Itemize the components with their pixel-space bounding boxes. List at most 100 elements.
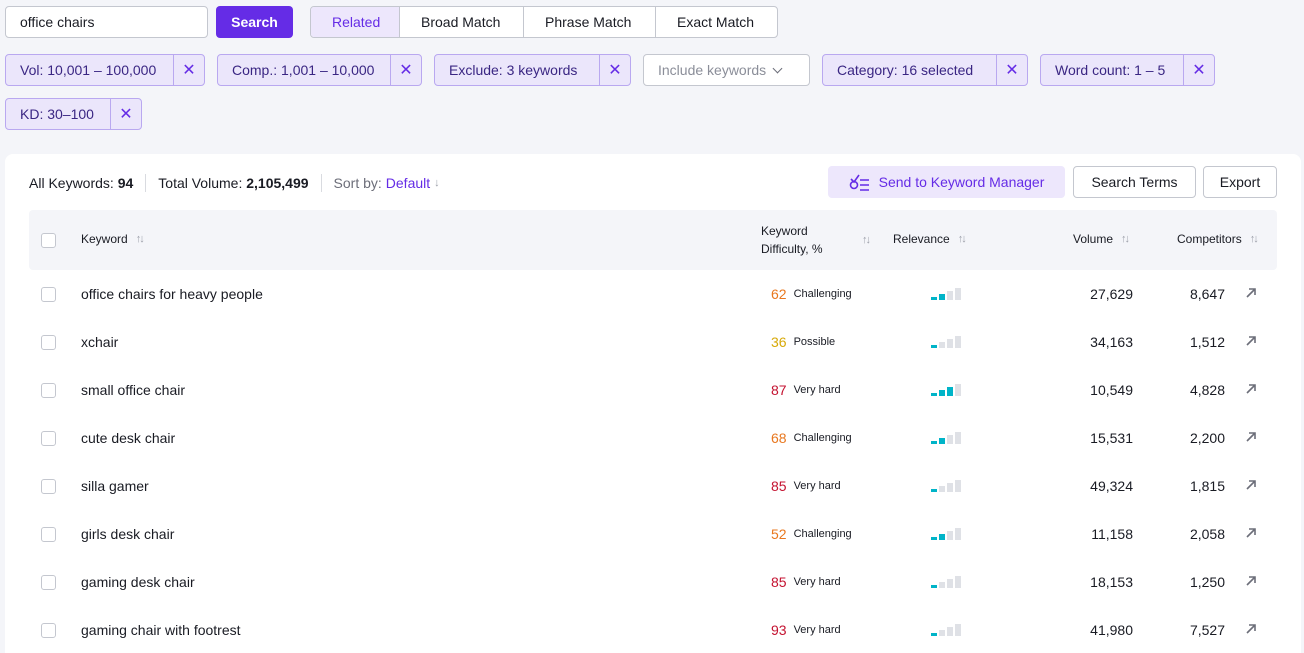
sort-arrow-icon: ↓ [434,177,440,189]
remove-filter-icon[interactable]: ✕ [173,55,204,85]
include-keywords-label: Include keywords [658,62,767,78]
external-link-icon[interactable] [1243,573,1259,589]
kd-label: Challenging [793,528,852,540]
table-row[interactable]: gaming chair with footrest 93 Very hard … [29,606,1277,653]
tab-phrase-match[interactable]: Phrase Match [524,7,656,37]
kd-label: Very hard [793,480,841,492]
search-button[interactable]: Search [216,6,293,38]
keyword-link[interactable]: office chairs for heavy people [81,270,263,318]
row-checkbox[interactable] [41,527,56,542]
keyword-link[interactable]: xchair [81,318,118,366]
column-relevance[interactable]: Relevance ↑↓ [893,232,967,246]
relevance-indicator [931,384,961,396]
remove-filter-icon[interactable]: ✕ [390,55,421,85]
filter-chip-competition[interactable]: Comp.: 1,001 – 10,000 ✕ [217,54,422,86]
row-checkbox[interactable] [41,575,56,590]
relevance-indicator [931,624,961,636]
table-row[interactable]: silla gamer 85 Very hard 49,324 1,815 [29,462,1277,510]
table-row[interactable]: girls desk chair 52 Challenging 11,158 2… [29,510,1277,558]
table-row[interactable]: xchair 36 Possible 34,163 1,512 [29,318,1277,366]
remove-filter-icon[interactable]: ✕ [599,55,630,85]
relevance-bar [931,585,937,588]
search-input[interactable] [5,6,208,38]
column-volume[interactable]: Volume ↑↓ [1073,232,1130,246]
competitors-value: 1,815 [1189,478,1225,494]
send-to-keyword-manager-button[interactable]: Send to Keyword Manager [828,166,1065,198]
table-row[interactable]: office chairs for heavy people 62 Challe… [29,270,1277,318]
column-competitors[interactable]: Competitors ↑↓ [1177,232,1259,246]
export-button[interactable]: Export [1203,166,1277,198]
keyword-difficulty: 68 Challenging [771,414,852,462]
table-row[interactable]: small office chair 87 Very hard 10,549 4… [29,366,1277,414]
row-checkbox[interactable] [41,335,56,350]
relevance-bar [931,537,937,540]
search-terms-button[interactable]: Search Terms [1073,166,1196,198]
include-keywords-dropdown[interactable]: Include keywords [643,54,810,86]
external-link-icon[interactable] [1243,477,1259,493]
keyword-manager-icon [849,174,869,191]
external-link-icon[interactable] [1243,381,1259,397]
external-link-icon[interactable] [1243,285,1259,301]
keyword-link[interactable]: gaming desk chair [81,558,195,606]
kd-label: Possible [793,336,836,348]
keyword-link[interactable]: girls desk chair [81,510,174,558]
competitors-value: 2,058 [1189,526,1225,542]
kd-value: 85 [771,574,787,590]
remove-filter-icon[interactable]: ✕ [996,55,1027,85]
sort-icon: ↑↓ [862,234,871,246]
remove-filter-icon[interactable]: ✕ [110,99,141,129]
external-link-icon[interactable] [1243,429,1259,445]
filter-chip-volume[interactable]: Vol: 10,001 – 100,000 ✕ [5,54,205,86]
relevance-bar [955,480,961,492]
table-row[interactable]: gaming desk chair 85 Very hard 18,153 1,… [29,558,1277,606]
competitors-value: 8,647 [1189,286,1225,302]
volume-value: 11,158 [1091,526,1133,542]
keyword-link[interactable]: gaming chair with footrest [81,606,241,653]
relevance-bar [939,390,945,396]
keyword-link[interactable]: silla gamer [81,462,149,510]
row-checkbox[interactable] [41,623,56,638]
sort-by-dropdown[interactable]: Default [386,175,430,191]
remove-filter-icon[interactable]: ✕ [1183,55,1214,85]
kd-value: 68 [771,430,787,446]
relevance-indicator [931,480,961,492]
relevance-bar [939,438,945,444]
tab-exact-match[interactable]: Exact Match [656,7,777,37]
column-keyword-difficulty[interactable]: Keyword Difficulty, % ↑↓ [761,222,871,258]
select-all-checkbox[interactable] [41,233,56,248]
sort-by-label: Sort by: [333,175,382,191]
kd-value: 93 [771,622,787,638]
filter-chip-label: Exclude: 3 keywords [449,62,578,78]
table-row[interactable]: cute desk chair 68 Challenging 15,531 2,… [29,414,1277,462]
keyword-link[interactable]: small office chair [81,366,185,414]
external-link-icon[interactable] [1243,333,1259,349]
tab-broad-match[interactable]: Broad Match [400,7,524,37]
volume-value: 10,549 [1090,382,1133,398]
relevance-bar [939,630,945,636]
row-checkbox[interactable] [41,431,56,446]
relevance-bar [939,582,945,588]
column-keyword[interactable]: Keyword ↑↓ [81,232,145,246]
relevance-bar [955,576,961,588]
row-checkbox[interactable] [41,383,56,398]
filter-chip-label: KD: 30–100 [20,106,94,122]
external-link-icon[interactable] [1243,525,1259,541]
filter-chip-kd[interactable]: KD: 30–100 ✕ [5,98,142,130]
kd-value: 87 [771,382,787,398]
relevance-indicator [931,432,961,444]
row-checkbox[interactable] [41,479,56,494]
keyword-link[interactable]: cute desk chair [81,414,175,462]
relevance-bar [955,624,961,636]
kd-value: 52 [771,526,787,542]
kd-value: 85 [771,478,787,494]
relevance-bar [955,336,961,348]
total-volume-value: 2,105,499 [246,175,309,191]
tab-related[interactable]: Related [311,7,400,37]
sort-icon: ↑↓ [957,233,967,245]
relevance-bar [939,486,945,492]
external-link-icon[interactable] [1243,621,1259,637]
filter-chip-exclude[interactable]: Exclude: 3 keywords ✕ [434,54,631,86]
filter-chip-category[interactable]: Category: 16 selected ✕ [822,54,1028,86]
row-checkbox[interactable] [41,287,56,302]
filter-chip-word-count[interactable]: Word count: 1 – 5 ✕ [1040,54,1215,86]
